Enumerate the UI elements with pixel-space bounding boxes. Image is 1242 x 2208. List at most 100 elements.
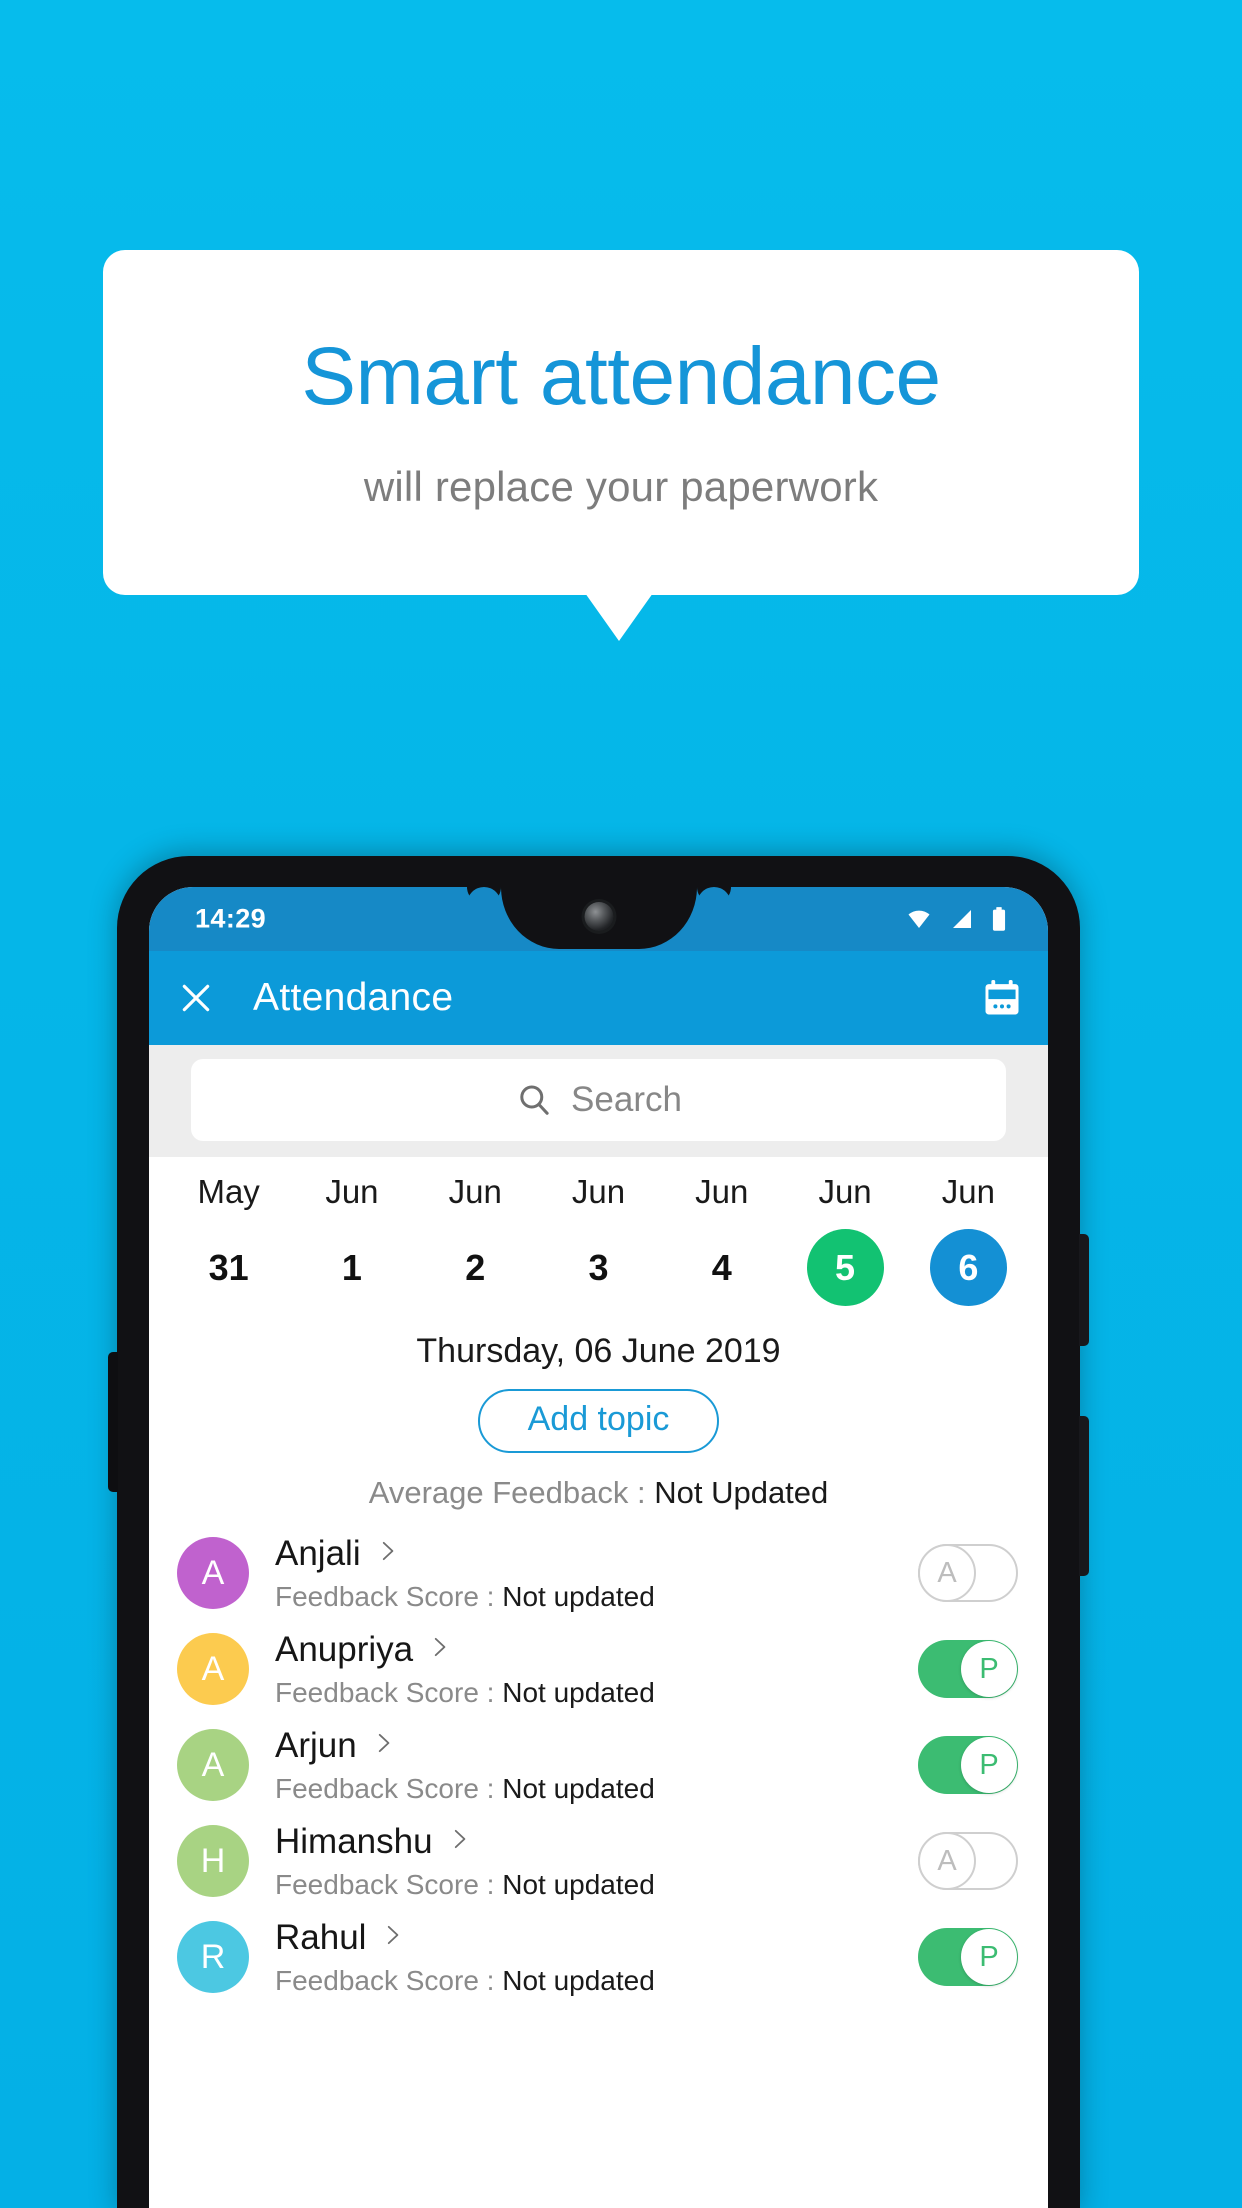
page-title: Attendance [253,976,454,1019]
date-month-label: Jun [448,1173,502,1210]
student-info: Anjali Feedback Score : Not updated [275,1534,918,1613]
chevron-right-icon[interactable] [379,1922,405,1953]
student-feedback: Feedback Score : Not updated [275,1773,918,1805]
avatar: A [177,1537,249,1610]
student-feedback-value: Not updated [502,1676,655,1708]
promo-title: Smart attendance [301,331,941,423]
chevron-right-icon[interactable] [446,1826,472,1857]
attendance-toggle-knob: P [961,1737,1017,1794]
attendance-toggle[interactable]: A [918,1832,1018,1891]
date-month-label: Jun [571,1173,626,1210]
chevron-right-icon[interactable] [370,1730,396,1761]
student-name: Anupriya [275,1629,414,1669]
search-section: Search [149,1045,1048,1157]
student-name-row: Anupriya [275,1630,918,1670]
student-name-row: Arjun [275,1726,918,1766]
avatar: H [177,1825,249,1898]
student-info: Himanshu Feedback Score : Not updated [275,1822,918,1901]
signal-icon [953,910,971,928]
front-camera [584,902,613,931]
date-cell[interactable]: Jun 6 [907,1173,1030,1306]
battery-icon [992,907,1006,931]
student-feedback: Feedback Score : Not updated [275,1677,918,1709]
student-info: Anupriya Feedback Score : Not updated [275,1630,918,1709]
phone-screen: 14:29 Attendance Search May 31 Jun 1 Jun… [149,887,1048,2208]
student-feedback-label: Feedback Score : [275,1868,503,1900]
close-icon [182,984,210,1012]
date-month-label: Jun [818,1173,872,1210]
date-cell[interactable]: Jun 4 [660,1173,783,1306]
calendar-icon [985,980,1019,1015]
date-cell[interactable]: Jun 2 [414,1173,537,1306]
student-info: Arjun Feedback Score : Not updated [275,1726,918,1805]
date-day-number: 6 [929,1229,1007,1306]
date-day-number: 31 [208,1246,249,1288]
status-bar: 14:29 [149,887,1048,951]
student-info: Rahul Feedback Score : Not updated [275,1918,918,1997]
calendar-button[interactable] [956,951,1048,1045]
display-notch [500,887,697,949]
student-row[interactable]: H Himanshu Feedback Score : Not updated A [149,1813,1048,1909]
student-feedback-value: Not updated [502,1868,655,1900]
student-name-row: Anjali [275,1534,918,1574]
student-feedback-label: Feedback Score : [275,1676,503,1708]
average-feedback-label: Average Feedback : [368,1475,655,1511]
date-month-label: Jun [941,1173,995,1210]
average-feedback-value: Not Updated [654,1475,829,1511]
attendance-toggle-knob: A [918,1832,976,1891]
attendance-toggle-knob: P [961,1641,1017,1698]
promo-subtitle: will replace your paperwork [363,462,879,510]
attendance-toggle-knob: A [918,1544,976,1603]
promo-card: Smart attendance will replace your paper… [103,250,1139,595]
phone-power-button [1079,1234,1089,1346]
student-feedback-label: Feedback Score : [275,1964,503,1996]
avatar: A [177,1729,249,1802]
date-month-label: May [197,1173,260,1210]
student-row[interactable]: R Rahul Feedback Score : Not updated P [149,1909,1048,2005]
close-button[interactable] [149,951,243,1045]
selected-date-label: Thursday, 06 June 2019 [416,1332,781,1370]
add-topic-button[interactable]: Add topic [477,1389,720,1454]
phone-side-button [108,1352,118,1492]
student-feedback: Feedback Score : Not updated [275,1965,918,1997]
student-name: Rahul [275,1917,367,1957]
status-icons [904,906,1008,932]
date-cell[interactable]: Jun 1 [290,1173,413,1306]
date-day-number: 1 [341,1246,362,1288]
promo-card-tail [585,593,653,641]
date-day-number: 4 [711,1246,732,1288]
student-feedback: Feedback Score : Not updated [275,1581,918,1613]
status-time: 14:29 [195,903,267,934]
promo-screenshot: Smart attendance will replace your paper… [0,0,1242,2208]
chevron-right-icon[interactable] [426,1634,452,1665]
date-cell[interactable]: Jun 3 [537,1173,660,1306]
student-row[interactable]: A Anjali Feedback Score : Not updated A [149,1525,1048,1621]
student-name-row: Rahul [275,1918,918,1958]
date-day-number: 5 [806,1229,884,1306]
wifi-icon [908,910,930,928]
search-input[interactable]: Search [191,1059,1006,1141]
student-name: Arjun [275,1725,357,1765]
search-icon [520,1085,549,1115]
phone-volume-button [1079,1416,1089,1576]
student-list: A Anjali Feedback Score : Not updated A A Anu… [149,1525,1048,2005]
avatar: A [177,1633,249,1706]
attendance-toggle-knob: P [961,1929,1017,1986]
add-topic-section: Add topic [149,1389,1048,1454]
date-cell[interactable]: May 31 [167,1173,290,1306]
student-row[interactable]: A Anupriya Feedback Score : Not updated P [149,1621,1048,1717]
chevron-right-icon[interactable] [374,1538,400,1569]
attendance-toggle[interactable]: P [918,1736,1018,1795]
phone-mockup: 14:29 Attendance Search May 31 Jun 1 Jun… [108,856,1089,2208]
student-row[interactable]: A Arjun Feedback Score : Not updated P [149,1717,1048,1813]
student-feedback-label: Feedback Score : [275,1772,503,1804]
student-name: Anjali [275,1533,361,1573]
app-bar: Attendance [149,951,1048,1045]
date-cell[interactable]: Jun 5 [783,1173,906,1306]
attendance-toggle[interactable]: P [918,1640,1018,1699]
attendance-toggle[interactable]: A [918,1544,1018,1603]
student-feedback: Feedback Score : Not updated [275,1869,918,1901]
average-feedback: Average Feedback : Not Updated [149,1475,1048,1511]
student-feedback-value: Not updated [502,1964,655,1996]
attendance-toggle[interactable]: P [918,1928,1018,1987]
